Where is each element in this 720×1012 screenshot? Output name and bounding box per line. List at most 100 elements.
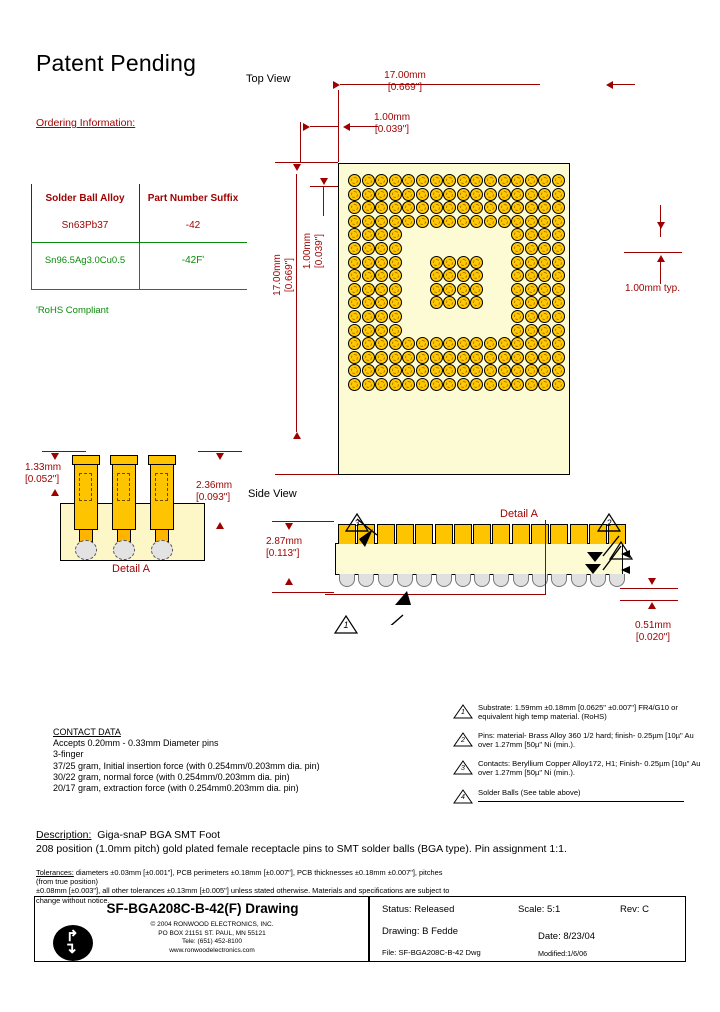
solder-ball [361,174,375,187]
solder-ball [375,296,389,310]
top-view-pitch-dim: 1.00mm [0.039"] [373,112,411,135]
table-row: Sn63Pb37 -42 [31,211,247,240]
solder-ball [375,201,389,215]
top-view-height-dim: 17.00mm [0.669"] [272,254,295,296]
solder-ball [375,214,389,228]
notes-divider [478,801,684,802]
copyright-line: © 2004 RONWOOD ELECTRONICS, INC. [150,921,274,928]
solder-ball [375,364,389,378]
solder-ball [524,201,538,215]
ordering-table: Solder Ball Alloy Part Number Suffix Sn6… [31,184,247,275]
solder-ball [416,174,429,187]
solder-ball [524,378,538,391]
arrow-up [285,578,293,585]
solder-ball [470,255,484,269]
solder-ball [456,214,470,228]
contact-data-line: 20/17 gram, extraction force (with 0.254… [53,783,299,794]
arrow-right [303,123,310,131]
dim-line-height [296,174,298,432]
solder-ball [361,364,375,378]
solder-ball [470,187,484,201]
arrow-left [606,81,613,89]
note-text: Contacts: Beryllium Copper Alloy172, H1;… [478,758,701,778]
drawing-name: SF-BGA208C-B-42(F) Drawing [106,901,299,916]
solder-ball [361,310,375,323]
solder-ball [416,187,429,201]
solder-ball [511,228,525,242]
solder-ball [443,378,457,391]
note-triangle-3-icon: 3 [452,759,478,777]
ext-line-sv-top [272,521,334,523]
solder-ball [388,269,402,283]
solder-ball [552,296,565,310]
contact-data-line: 37/25 gram, Initial insertion force (wit… [53,760,320,771]
solder-ball [388,378,402,391]
note-item: 2 Pins: material- Brass Alloy 360 1/2 ha… [452,731,702,750]
solder-ball [524,282,538,296]
solder-ball [538,214,552,228]
solder-ball [429,201,443,215]
solder-ball [388,228,402,242]
solder-ball [552,269,565,283]
solder-ball [538,296,552,310]
solder-ball [375,282,389,296]
solder-ball [416,378,429,391]
company-info: © 2004 RONWOOD ELECTRONICS, INC. PO BOX … [62,921,362,955]
arrow-down [320,178,328,185]
solder-ball [388,296,402,310]
solder-ball [538,201,552,215]
dim-line-typ-2 [660,262,662,284]
solder-ball [375,269,389,283]
solder-ball [402,187,416,201]
notes-block: 1 Substrate: 1.59mm ±0.18mm [0.0625" ±0.… [452,703,702,812]
solder-ball [443,201,457,215]
solder-ball [511,323,525,337]
solder-ball [388,201,402,215]
solder-ball [511,310,525,323]
solder-ball [552,323,565,337]
solder-ball [470,174,484,187]
solder-ball [524,337,538,351]
solder-ball [538,174,552,187]
solder-ball [497,350,511,364]
note-item: 1 Substrate: 1.59mm ±0.18mm [0.0625" ±0.… [452,703,702,722]
description-line-1: Description: Giga-snaP BGA SMT Foot [36,829,567,843]
solder-ball [456,174,470,187]
solder-ball [456,269,470,283]
solder-ball [538,323,552,337]
solder-ball [348,378,361,391]
solder-ball [470,337,484,351]
website-line[interactable]: www.ronwoodelectronics.com [62,947,362,956]
solder-ball [538,282,552,296]
cell-alloy-1: Sn63Pb37 [61,220,109,231]
solder-ball [361,242,375,255]
solder-ball [484,364,497,378]
solder-ball [348,201,361,215]
solder-ball [470,269,484,283]
solder-ball [470,296,484,310]
solder-ball [484,174,497,187]
solder-ball [470,201,484,215]
solder-ball [348,228,361,242]
solder-ball [511,269,525,283]
contact-data-line: 3-finger [53,749,84,760]
solder-ball [497,378,511,391]
solder-ball [538,187,552,201]
solder-ball [388,187,402,201]
solder-ball [456,201,470,215]
solder-ball [443,337,457,351]
solder-ball [348,187,361,201]
solder-ball [348,310,361,323]
top-view-width-dim: 17.00mm [0.669"] [384,70,426,93]
solder-ball [524,350,538,364]
tolerances-line-1: Tolerances: diameters ±0.03mm [±0.001"],… [36,868,456,886]
solder-ball [552,378,565,391]
solder-ball [538,310,552,323]
solder-ball [511,337,525,351]
ext-line-sv-bottom [272,592,334,594]
tolerances-text-1: diameters ±0.03mm [±0.001"], PCB perimet… [36,868,443,887]
solder-ball [538,337,552,351]
solder-ball [361,350,375,364]
arrow-down [285,523,293,530]
description-title: Giga-snaP BGA SMT Foot [97,829,221,841]
